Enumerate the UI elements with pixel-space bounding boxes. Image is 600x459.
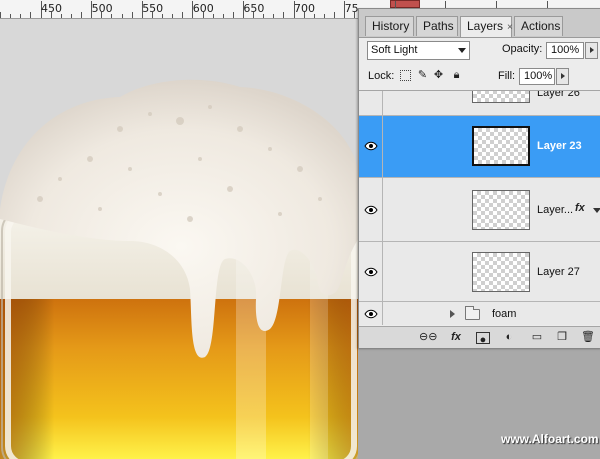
- lock-fill-row: Lock: ✎ ✥ 🔒︎ Fill: 100%: [359, 64, 600, 91]
- layer-row[interactable]: Layer... fx: [359, 178, 600, 242]
- layer-thumbnail: [472, 252, 530, 292]
- layer-thumbnail: [472, 91, 530, 103]
- watermark: www.Alfoart.com: [501, 432, 599, 446]
- ruler-tick: [20, 14, 22, 18]
- ruler-tick: [273, 14, 275, 18]
- visibility-toggle[interactable]: [359, 242, 383, 301]
- opacity-label: Opacity:: [502, 43, 543, 55]
- visibility-toggle[interactable]: [359, 302, 383, 325]
- ruler-tick: [81, 12, 83, 18]
- layer-group-row[interactable]: foam: [359, 302, 600, 325]
- layer-name: Layer...: [537, 204, 574, 216]
- tab-paths-label: Paths: [423, 19, 454, 33]
- layer-row-selected[interactable]: Layer 23: [359, 116, 600, 178]
- expand-group-icon[interactable]: [450, 310, 455, 318]
- layer-row[interactable]: Layer 27: [359, 242, 600, 302]
- ruler-label: 700: [294, 2, 315, 15]
- ruler-tick: [131, 12, 133, 18]
- fill-label: Fill:: [498, 70, 516, 82]
- layer-name: Layer 27: [537, 266, 580, 278]
- layer-name: Layer 26: [537, 91, 580, 99]
- layers-panel-footer: ⊖⊖ fx ● ◐ ▭ ❐ 🗑︎: [359, 326, 600, 348]
- tab-history-label: History: [372, 19, 410, 33]
- tab-actions-label: Actions: [521, 19, 561, 33]
- tab-paths[interactable]: Paths: [416, 16, 458, 36]
- lock-brush-icon[interactable]: ✎: [417, 70, 428, 81]
- ruler-label: 450: [41, 2, 62, 15]
- folder-icon: [465, 306, 480, 320]
- tab-history[interactable]: History: [365, 16, 414, 36]
- lock-transparent-icon[interactable]: [400, 70, 411, 81]
- lock-all-icon[interactable]: 🔒︎: [451, 70, 462, 81]
- new-layer-icon[interactable]: ❐: [555, 330, 569, 344]
- layer-name: Layer 23: [537, 140, 582, 152]
- visibility-toggle[interactable]: [359, 178, 383, 241]
- layer-thumbnail: [472, 126, 530, 166]
- group-name: foam: [492, 308, 517, 320]
- opacity-slider-button[interactable]: [585, 42, 598, 59]
- ruler-label: 500: [91, 2, 113, 15]
- ruler-label: 550: [142, 2, 164, 15]
- layers-list: Layer 26 Layer 23 Layer... fx Layer 27 f…: [359, 91, 600, 325]
- visibility-toggle[interactable]: [359, 91, 383, 115]
- eye-icon: [364, 309, 378, 319]
- lock-move-icon[interactable]: ✥: [433, 70, 444, 81]
- tab-layers[interactable]: Layers ×: [460, 16, 513, 37]
- trash-icon[interactable]: 🗑︎: [581, 330, 595, 344]
- mask-icon[interactable]: ●: [476, 332, 490, 346]
- adjustment-icon[interactable]: ◐: [502, 330, 516, 344]
- layer-row[interactable]: Layer 26: [359, 91, 600, 116]
- ruler-tick: [70, 14, 72, 18]
- blend-mode-select[interactable]: Soft Light: [367, 41, 470, 60]
- group-icon[interactable]: ▭: [530, 330, 544, 344]
- eye-icon: [364, 141, 378, 151]
- ruler-tick: [323, 14, 325, 18]
- blend-opacity-row: Soft Light Opacity: 100%: [359, 38, 600, 64]
- lock-label: Lock:: [368, 70, 395, 82]
- fill-slider-button[interactable]: [556, 68, 569, 85]
- ruler-label: 75: [344, 2, 359, 15]
- fx-icon[interactable]: fx: [575, 202, 585, 214]
- ruler-label: 650: [243, 2, 265, 15]
- eye-icon: [364, 205, 378, 215]
- layer-thumbnail: [472, 190, 530, 230]
- ruler-tick: [172, 14, 174, 18]
- ruler-tick: [30, 12, 32, 18]
- ruler-tick: [121, 14, 123, 18]
- close-tab-icon[interactable]: ×: [507, 22, 513, 33]
- layers-panel: History Paths Layers × Actions Soft Light…: [358, 8, 600, 348]
- visibility-toggle[interactable]: [359, 116, 383, 177]
- eye-icon: [364, 267, 378, 277]
- ruler-tick: [283, 12, 285, 18]
- ruler-tick: [334, 12, 336, 18]
- ruler-tick: [232, 12, 234, 18]
- fx-icon[interactable]: fx: [447, 330, 465, 344]
- fill-field[interactable]: 100%: [519, 68, 555, 85]
- tab-layers-label: Layers: [467, 19, 504, 33]
- ruler-tick: [222, 14, 224, 18]
- opacity-field[interactable]: 100%: [546, 42, 584, 59]
- tab-actions[interactable]: Actions: [514, 16, 563, 36]
- ruler-tick: [10, 14, 12, 18]
- chevron-down-icon: [458, 48, 466, 53]
- ruler-tick: [182, 12, 184, 18]
- blend-mode-value: Soft Light: [371, 44, 418, 56]
- ruler-tick: [0, 12, 2, 18]
- panel-tabs: History Paths Layers × Actions: [359, 9, 600, 38]
- link-icon[interactable]: ⊖⊖: [419, 330, 437, 344]
- ruler-label: 600: [192, 2, 214, 15]
- expand-effects-icon[interactable]: [593, 208, 600, 213]
